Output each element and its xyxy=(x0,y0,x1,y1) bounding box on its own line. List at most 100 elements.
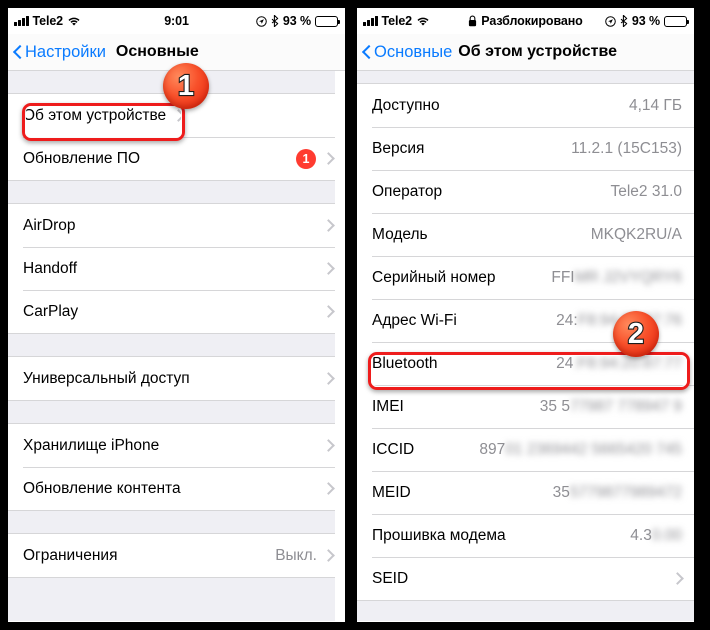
list-gap xyxy=(8,334,345,356)
chevron-left-icon xyxy=(12,43,24,62)
row-value: 4,14 ГБ xyxy=(628,96,682,114)
value-prefix: 4.3 xyxy=(630,526,652,544)
group-storage: Хранилище iPhone Обновление контента xyxy=(8,423,345,511)
chevron-right-icon xyxy=(322,305,335,318)
battery-percent: 93 % xyxy=(631,14,660,28)
step-badge-2: 2 xyxy=(613,311,659,357)
row-label: Адрес Wi-Fi xyxy=(372,311,457,329)
row-label: Обновление ПО xyxy=(23,149,140,167)
chevron-right-icon xyxy=(322,549,335,562)
chevron-right-icon xyxy=(172,109,186,122)
sidebar-item-carplay[interactable]: CarPlay xyxy=(8,290,345,333)
chevron-right-icon xyxy=(322,262,335,275)
status-bar-right-cluster: 93 % xyxy=(256,14,341,28)
value-prefix: 24: xyxy=(556,311,578,329)
sidebar-item-handoff[interactable]: Handoff xyxy=(8,247,345,290)
row-label: ICCID xyxy=(372,440,415,458)
chevron-left-icon xyxy=(361,43,373,62)
wifi-icon xyxy=(67,16,81,27)
page-title-right: Об этом устройстве xyxy=(458,43,618,60)
screenshot-stage: Tele2 9:01 93 % Настройки Основные Об эт… xyxy=(0,0,710,630)
step-badge-1: 1 xyxy=(163,63,209,109)
value-prefix: 35 xyxy=(552,483,570,501)
sidebar-item-airdrop[interactable]: AirDrop xyxy=(8,204,345,247)
row-label: Серийный номер xyxy=(372,268,496,286)
row-ios-version[interactable]: Версия 11.2.1 (15C153) xyxy=(357,127,694,170)
value-prefix: 24 xyxy=(556,354,574,372)
row-model[interactable]: Модель MKQK2RU/A xyxy=(357,213,694,256)
sidebar-item-restrictions[interactable]: Ограничения Выкл. xyxy=(8,534,345,577)
row-label: Доступно xyxy=(372,96,440,114)
back-button-settings[interactable]: Настройки xyxy=(12,43,106,62)
value-redacted: :F8:94:20:87:77 xyxy=(573,354,682,372)
row-value: 35 5 77987 778947 9 xyxy=(540,398,682,416)
row-iccid[interactable]: ICCID 897 01 2369442 5665420 745 xyxy=(357,428,694,471)
lock-icon xyxy=(468,15,477,27)
scroll-strip-left xyxy=(335,71,345,621)
row-label: Оператор xyxy=(372,182,443,200)
row-value: MKQK2RU/A xyxy=(590,225,682,243)
wifi-icon xyxy=(416,16,430,27)
step-badge-2-number: 2 xyxy=(627,317,645,350)
sidebar-item-iphone-storage[interactable]: Хранилище iPhone xyxy=(8,424,345,467)
row-label: Универсальный доступ xyxy=(23,369,190,387)
row-label: Bluetooth xyxy=(372,354,438,372)
location-arrow-icon xyxy=(256,15,267,27)
list-gap xyxy=(8,181,345,203)
row-value: 897 01 2369442 5665420 745 xyxy=(479,441,682,459)
chevron-right-icon xyxy=(322,372,335,385)
status-bar-left: Tele2 9:01 93 % xyxy=(8,8,345,34)
row-value: 24 :F8:94:20:87:77 xyxy=(556,355,682,373)
list-gap xyxy=(8,511,345,533)
value-prefix: 35 5 xyxy=(539,397,570,415)
update-count-badge: 1 xyxy=(296,148,316,169)
row-meid[interactable]: MEID 35 5779877989472 xyxy=(357,471,694,514)
settings-list-left[interactable]: Об этом устройстве Обновление ПО 1 AirDr… xyxy=(8,71,345,621)
sidebar-item-accessibility[interactable]: Универсальный доступ xyxy=(8,357,345,400)
back-button-label: Основные xyxy=(374,42,453,61)
row-value: Tele2 31.0 xyxy=(610,182,682,200)
row-label: SEID xyxy=(372,569,409,587)
row-label: Прошивка модема xyxy=(372,526,506,544)
row-imei[interactable]: IMEI 35 5 77987 778947 9 xyxy=(357,385,694,428)
bluetooth-icon xyxy=(620,15,628,27)
back-button-label: Настройки xyxy=(25,42,106,61)
row-label: IMEI xyxy=(372,397,404,415)
back-button-general[interactable]: Основные xyxy=(361,43,452,62)
row-carrier[interactable]: Оператор Tele2 31.0 xyxy=(357,170,694,213)
status-bar-right-cluster: 93 % xyxy=(605,14,690,28)
chevron-right-icon xyxy=(322,152,335,165)
value-redacted: 5779877989472 xyxy=(569,483,682,501)
row-label: Версия xyxy=(372,139,425,157)
row-available-storage[interactable]: Доступно 4,14 ГБ xyxy=(357,84,694,127)
row-modem-firmware[interactable]: Прошивка модема 4.3 0.00 xyxy=(357,514,694,557)
row-value: 11.2.1 (15C153) xyxy=(571,139,682,157)
value-redacted: MR J2VYQRY6 xyxy=(574,268,682,286)
group-connectivity: AirDrop Handoff CarPlay xyxy=(8,203,345,334)
list-gap xyxy=(357,601,694,621)
list-gap xyxy=(8,578,345,600)
value-redacted: 77987 778947 9 xyxy=(569,397,682,415)
row-label: Модель xyxy=(372,225,428,243)
sidebar-item-software-update[interactable]: Обновление ПО 1 xyxy=(8,137,345,180)
battery-icon xyxy=(664,15,690,27)
chevron-right-icon xyxy=(322,439,335,452)
step-badge-1-number: 1 xyxy=(177,69,195,102)
signal-bars-icon xyxy=(14,16,29,26)
row-label: Обновление контента xyxy=(23,479,181,497)
row-serial-number[interactable]: Серийный номер FFI MR J2VYQRY6 xyxy=(357,256,694,299)
carrier-name: Tele2 xyxy=(381,14,413,28)
row-label: Ограничения xyxy=(23,546,118,564)
signal-bars-icon xyxy=(363,16,378,26)
chevron-right-icon xyxy=(671,572,684,585)
chevron-right-icon xyxy=(322,482,335,495)
nav-bar-right: Основные Об этом устройстве xyxy=(357,34,694,71)
status-bar-left-cluster: Tele2 xyxy=(14,14,81,28)
row-label: AirDrop xyxy=(23,216,76,234)
status-bar-right: Tele2 Разблокировано 93 % xyxy=(357,8,694,34)
location-arrow-icon xyxy=(605,15,616,27)
row-seid[interactable]: SEID xyxy=(357,557,694,600)
row-value: 4.3 0.00 xyxy=(630,527,682,545)
list-gap xyxy=(8,401,345,423)
sidebar-item-background-refresh[interactable]: Обновление контента xyxy=(8,467,345,510)
